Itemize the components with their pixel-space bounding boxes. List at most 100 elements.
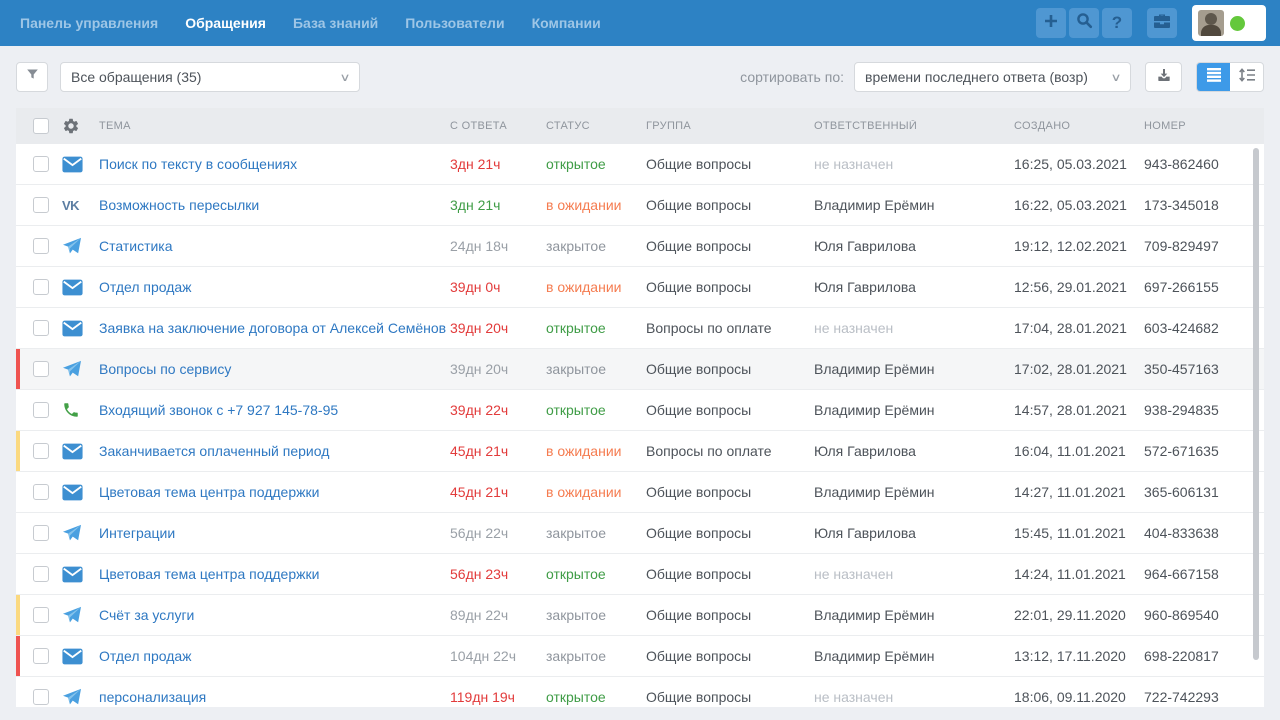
row-checkbox[interactable] bbox=[33, 402, 49, 418]
table-row[interactable]: персонализация119дн 19чоткрытоеОбщие воп… bbox=[16, 677, 1264, 707]
table-row[interactable]: Статистика24дн 18чзакрытоеОбщие вопросыЮ… bbox=[16, 226, 1264, 267]
gear-icon[interactable] bbox=[62, 117, 99, 135]
column-header-assignee[interactable]: ОТВЕТСТВЕННЫЙ bbox=[814, 120, 1014, 132]
ticket-filter-select[interactable]: Все обращения (35) ∨ bbox=[60, 62, 360, 92]
table-row[interactable]: Заявка на заключение договора от Алексей… bbox=[16, 308, 1264, 349]
row-checkbox[interactable] bbox=[33, 238, 49, 254]
table-row[interactable]: Поиск по тексту в сообщениях3дн 21чоткры… bbox=[16, 144, 1264, 185]
row-checkbox[interactable] bbox=[33, 648, 49, 664]
nav-item-0[interactable]: Панель управления bbox=[20, 15, 158, 31]
nav-item-4[interactable]: Компании bbox=[532, 15, 601, 31]
sort-by-label: сортировать по: bbox=[740, 69, 844, 85]
table-row[interactable]: Вопросы по сервису39дн 20чзакрытоеОбщие … bbox=[16, 349, 1264, 390]
ticket-subject[interactable]: Заканчивается оплаченный период bbox=[99, 443, 450, 459]
help-button[interactable]: ? bbox=[1102, 8, 1132, 38]
ticket-subject[interactable]: Возможность пересылки bbox=[99, 197, 450, 213]
column-header-subject[interactable]: ТЕМА bbox=[99, 120, 450, 132]
nav-item-1[interactable]: Обращения bbox=[185, 15, 266, 31]
status-label: в ожидании bbox=[546, 443, 646, 459]
row-checkbox[interactable] bbox=[33, 320, 49, 336]
table-row[interactable]: Счёт за услуги89дн 22чзакрытоеОбщие вопр… bbox=[16, 595, 1264, 636]
table-row[interactable]: Входящий звонок с +7 927 145-78-9539дн 2… bbox=[16, 390, 1264, 431]
nav-item-3[interactable]: Пользователи bbox=[405, 15, 504, 31]
column-header-group[interactable]: ГРУППА bbox=[646, 120, 814, 132]
filter-button[interactable] bbox=[16, 62, 48, 92]
row-checkbox[interactable] bbox=[33, 607, 49, 623]
status-label: в ожидании bbox=[546, 279, 646, 295]
table-row[interactable]: Заканчивается оплаченный период45дн 21чв… bbox=[16, 431, 1264, 472]
group-label: Общие вопросы bbox=[646, 525, 814, 541]
column-header-status[interactable]: СТАТУС bbox=[546, 120, 646, 132]
nav-items: Панель управления Обращения База знаний Пол… bbox=[20, 15, 601, 31]
nav-item-2[interactable]: База знаний bbox=[293, 15, 378, 31]
ticket-subject[interactable]: Отдел продаж bbox=[99, 279, 450, 295]
ticket-subject[interactable]: Статистика bbox=[99, 238, 450, 254]
ticket-subject[interactable]: Входящий звонок с +7 927 145-78-95 bbox=[99, 402, 450, 418]
table-row[interactable]: Цветовая тема центра поддержки56дн 23чот… bbox=[16, 554, 1264, 595]
assignee-label: не назначен bbox=[814, 689, 1014, 705]
ticket-subject[interactable]: Интеграции bbox=[99, 525, 450, 541]
row-checkbox[interactable] bbox=[33, 689, 49, 705]
ticket-subject[interactable]: Поиск по тексту в сообщениях bbox=[99, 156, 450, 172]
table-row[interactable]: Отдел продаж104дн 22чзакрытоеОбщие вопро… bbox=[16, 636, 1264, 677]
column-header-number[interactable]: НОМЕР bbox=[1144, 120, 1264, 132]
ticket-subject[interactable]: персонализация bbox=[99, 689, 450, 705]
chevron-down-icon: ∨ bbox=[339, 71, 350, 84]
user-menu[interactable] bbox=[1192, 5, 1266, 41]
row-checkbox[interactable] bbox=[33, 279, 49, 295]
funnel-icon bbox=[25, 67, 40, 87]
search-button[interactable] bbox=[1069, 8, 1099, 38]
row-checkbox[interactable] bbox=[33, 197, 49, 213]
time-since-reply: 39дн 0ч bbox=[450, 279, 546, 295]
row-checkbox[interactable] bbox=[33, 525, 49, 541]
ticket-subject[interactable]: Счёт за услуги bbox=[99, 607, 450, 623]
priority-bar bbox=[16, 185, 20, 225]
add-ticket-button[interactable] bbox=[1036, 8, 1066, 38]
list-view-icon bbox=[1206, 67, 1222, 87]
export-button[interactable] bbox=[1145, 62, 1182, 92]
row-checkbox[interactable] bbox=[33, 361, 49, 377]
table-row[interactable]: Интеграции56дн 22чзакрытоеОбщие вопросыЮ… bbox=[16, 513, 1264, 554]
assignee-label: Юля Гаврилова bbox=[814, 525, 1014, 541]
assignee-label: не назначен bbox=[814, 156, 1014, 172]
sort-select[interactable]: времени последнего ответа (возр) ∨ bbox=[854, 62, 1131, 92]
help-icon: ? bbox=[1112, 13, 1122, 33]
created-label: 16:22, 05.03.2021 bbox=[1014, 197, 1144, 213]
column-header-created[interactable]: СОЗДАНО bbox=[1014, 120, 1144, 132]
assignee-label: Юля Гаврилова bbox=[814, 279, 1014, 295]
created-label: 17:02, 28.01.2021 bbox=[1014, 361, 1144, 377]
time-since-reply: 39дн 22ч bbox=[450, 402, 546, 418]
ticket-number: 404-833638 bbox=[1144, 525, 1264, 541]
table-row[interactable]: Цветовая тема центра поддержки45дн 21чв … bbox=[16, 472, 1264, 513]
ticket-subject[interactable]: Вопросы по сервису bbox=[99, 361, 450, 377]
select-all-checkbox[interactable] bbox=[33, 118, 49, 134]
list-view-button[interactable] bbox=[1197, 63, 1230, 91]
status-label: закрытое bbox=[546, 648, 646, 664]
vertical-scrollbar[interactable] bbox=[1253, 148, 1259, 660]
compact-view-button[interactable] bbox=[1230, 63, 1263, 91]
ticket-number: 173-345018 bbox=[1144, 197, 1264, 213]
column-header-since-reply[interactable]: С ОТВЕТА bbox=[450, 120, 546, 132]
mail-icon bbox=[62, 279, 99, 296]
group-label: Общие вопросы bbox=[646, 402, 814, 418]
view-toggle bbox=[1196, 62, 1264, 92]
table-header: ТЕМА С ОТВЕТА СТАТУС ГРУППА ОТВЕТСТВЕННЫ… bbox=[16, 108, 1264, 144]
status-label: в ожидании bbox=[546, 484, 646, 500]
row-checkbox[interactable] bbox=[33, 484, 49, 500]
ticket-subject[interactable]: Отдел продаж bbox=[99, 648, 450, 664]
toolbox-button[interactable] bbox=[1147, 8, 1177, 38]
ticket-subject[interactable]: Цветовая тема центра поддержки bbox=[99, 566, 450, 582]
status-label: открытое bbox=[546, 156, 646, 172]
status-label: закрытое bbox=[546, 525, 646, 541]
table-row[interactable]: Отдел продаж39дн 0чв ожиданииОбщие вопро… bbox=[16, 267, 1264, 308]
row-checkbox[interactable] bbox=[33, 156, 49, 172]
group-label: Общие вопросы bbox=[646, 361, 814, 377]
table-row[interactable]: VKВозможность пересылки3дн 21чв ожидании… bbox=[16, 185, 1264, 226]
time-since-reply: 3дн 21ч bbox=[450, 156, 546, 172]
ticket-subject[interactable]: Цветовая тема центра поддержки bbox=[99, 484, 450, 500]
row-checkbox[interactable] bbox=[33, 443, 49, 459]
avatar bbox=[1198, 10, 1224, 36]
ticket-subject[interactable]: Заявка на заключение договора от Алексей… bbox=[99, 320, 450, 336]
created-label: 14:27, 11.01.2021 bbox=[1014, 484, 1144, 500]
row-checkbox[interactable] bbox=[33, 566, 49, 582]
